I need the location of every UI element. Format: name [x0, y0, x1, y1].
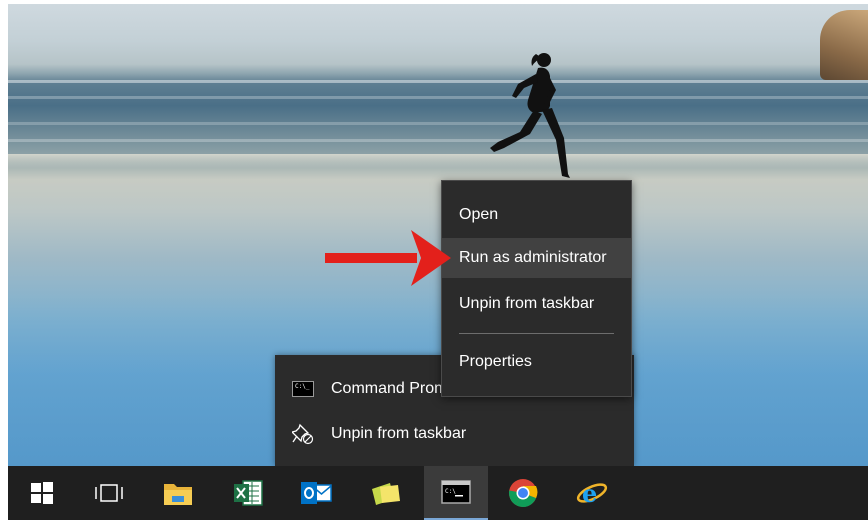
jump-list-item-unpin[interactable]: Unpin from taskbar: [275, 414, 634, 454]
command-prompt-button[interactable]: C:\: [424, 466, 488, 520]
unpin-icon: [292, 423, 314, 445]
jump-list-item-label: Unpin from taskbar: [331, 425, 467, 442]
taskbar: C:\ e: [8, 466, 868, 520]
menu-item-unpin-from-taskbar[interactable]: Unpin from taskbar: [442, 284, 631, 324]
start-button[interactable]: [14, 466, 70, 520]
task-view-icon: [95, 484, 123, 502]
menu-separator: [459, 333, 614, 334]
wave-line: [8, 96, 868, 99]
wave-line: [8, 139, 868, 142]
excel-icon: [234, 480, 263, 506]
menu-item-open[interactable]: Open: [442, 195, 631, 235]
shoreline: [8, 154, 868, 168]
menu-item-properties[interactable]: Properties: [442, 342, 631, 382]
svg-text:e: e: [582, 479, 597, 508]
task-view-button[interactable]: [81, 466, 137, 520]
excel-button[interactable]: [220, 466, 276, 520]
context-menu: Open Run as administrator Unpin from tas…: [441, 180, 632, 397]
command-prompt-icon: [292, 380, 314, 398]
outlook-button[interactable]: [288, 466, 344, 520]
wave-line: [8, 80, 868, 83]
menu-item-run-as-administrator[interactable]: Run as administrator: [442, 238, 631, 278]
chrome-icon: [508, 479, 538, 507]
red-arrow-annotation: [325, 230, 451, 286]
internet-explorer-button[interactable]: e: [564, 466, 620, 520]
cliff-rock: [820, 10, 868, 80]
chrome-button[interactable]: [495, 466, 551, 520]
menu-item-label: Open: [459, 206, 499, 223]
file-explorer-icon: [164, 484, 192, 505]
menu-item-label: Unpin from taskbar: [459, 295, 595, 312]
sticky-notes-button[interactable]: [358, 466, 414, 520]
menu-item-label: Run as administrator: [459, 249, 607, 266]
runner-silhouette: [490, 53, 570, 178]
windows-start-icon: [31, 482, 53, 504]
file-explorer-button[interactable]: [150, 466, 206, 520]
wave-line: [8, 122, 868, 125]
command-prompt-icon: C:\: [441, 480, 471, 504]
menu-item-label: Properties: [459, 353, 532, 370]
sticky-notes-icon: [372, 483, 400, 505]
svg-text:C:\: C:\: [445, 488, 456, 495]
outlook-icon: [301, 482, 332, 504]
internet-explorer-icon: e: [576, 479, 608, 508]
